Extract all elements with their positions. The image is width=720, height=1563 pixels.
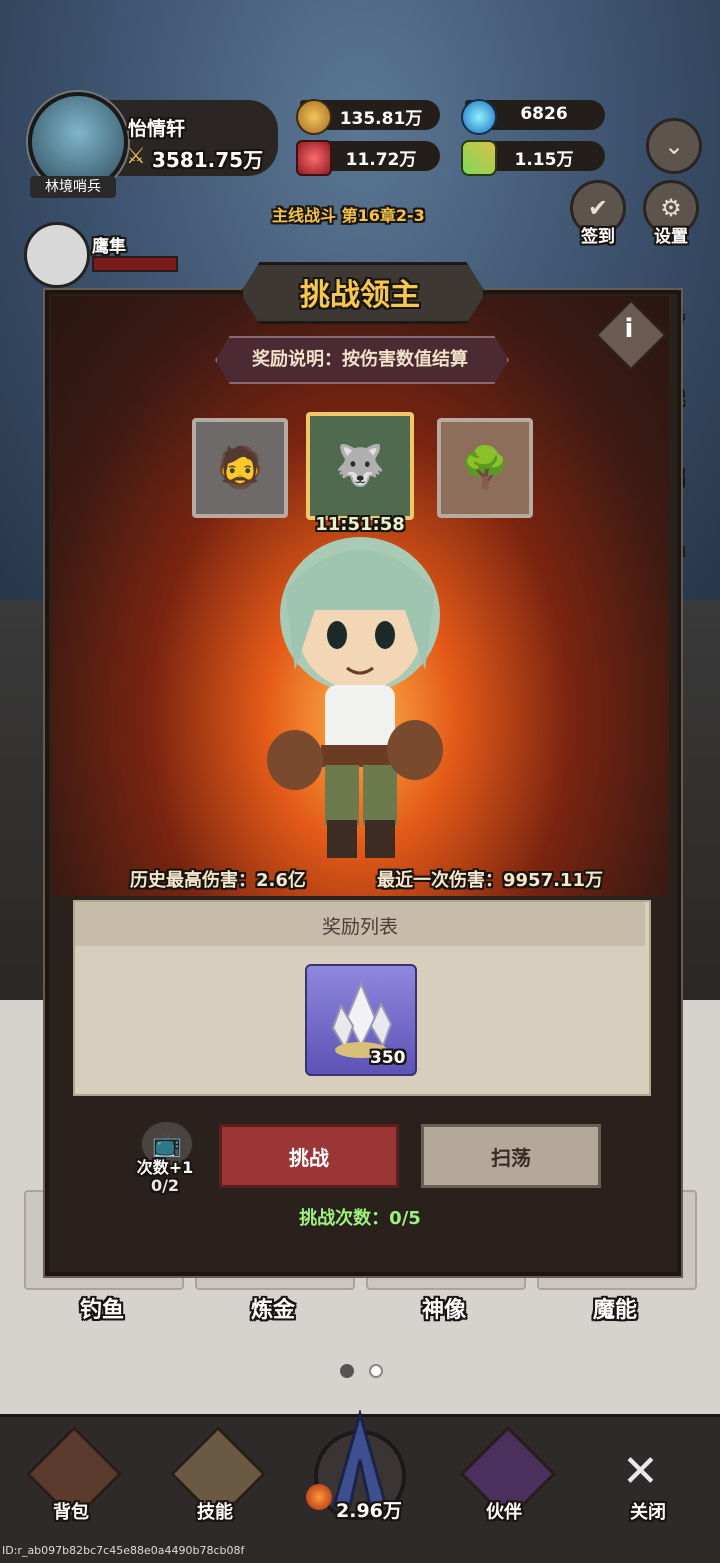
resource-ticket-value: 1.15万 bbox=[514, 150, 574, 170]
info-icon: i bbox=[624, 314, 634, 344]
nav-center-value: 2.96万 bbox=[336, 1500, 402, 1522]
boss-card-werewolf[interactable]: 🐺 bbox=[306, 412, 414, 520]
resource-gem-value: 11.72万 bbox=[345, 150, 417, 170]
calendar-check-icon: ✔ bbox=[587, 194, 609, 222]
expand-menu-button[interactable]: ⌄ bbox=[646, 118, 702, 174]
extra-attempt-count: 0/2 bbox=[150, 1176, 180, 1195]
gear-icon: ⚙ bbox=[660, 194, 682, 222]
close-crossed-swords-icon[interactable]: ✕ bbox=[622, 1446, 659, 1497]
player-name: 怡情轩 bbox=[128, 118, 186, 140]
crossed-swords-icon: ⚔ bbox=[126, 144, 146, 169]
user-id: ID:r_ab097b82bc7c45e88e0a4490b78cb08f bbox=[2, 1544, 245, 1557]
reward-description: 奖励说明：按伤害数值结算 bbox=[252, 349, 468, 370]
best-damage: 历史最高伤害：2.6亿 bbox=[130, 870, 306, 891]
player-title-badge: 林境哨兵 bbox=[30, 176, 116, 198]
sweep-button[interactable]: 扫荡 bbox=[421, 1124, 601, 1188]
nav-partner-label: 伙伴 bbox=[486, 1502, 522, 1523]
hero-character bbox=[267, 537, 443, 858]
pet-health-bar bbox=[92, 256, 178, 272]
nav-bag-label: 背包 bbox=[53, 1502, 89, 1523]
nav-skills-label: 技能 bbox=[197, 1502, 233, 1523]
boss-card-treant[interactable]: 🌳 bbox=[437, 418, 533, 518]
player-power: 3581.75万 bbox=[152, 148, 264, 172]
last-damage: 最近一次伤害：9957.11万 bbox=[377, 870, 603, 891]
chevron-down-icon: ⌄ bbox=[663, 132, 685, 160]
challenge-button[interactable]: 挑战 bbox=[219, 1124, 399, 1188]
grid-label-statue: 神像 bbox=[421, 1298, 466, 1323]
pet-avatar[interactable] bbox=[24, 222, 90, 288]
viking-boss-icon: 🧔 bbox=[215, 445, 265, 491]
settings-label: 设置 bbox=[654, 227, 688, 247]
extra-attempt-label: 次数+1 bbox=[136, 1158, 194, 1177]
fire-orb-icon bbox=[306, 1484, 332, 1510]
treant-boss-icon: 🌳 bbox=[460, 445, 510, 491]
signin-label: 签到 bbox=[581, 227, 615, 247]
page-dot-active[interactable] bbox=[340, 1364, 354, 1378]
grid-label-magic: 魔能 bbox=[592, 1298, 637, 1323]
nav-close-label: 关闭 bbox=[630, 1502, 666, 1523]
modal-title: 挑战领主 bbox=[300, 278, 420, 313]
stage-title: 主线战斗 第16章2-3 bbox=[272, 206, 425, 225]
resource-gold-value: 135.81万 bbox=[339, 109, 423, 129]
challenge-attempts: 挑战次数：0/5 bbox=[299, 1208, 421, 1229]
werewolf-boss-icon: 🐺 bbox=[335, 443, 385, 489]
grid-label-alchemy: 炼金 bbox=[250, 1298, 295, 1323]
grid-label-fishing: 钓鱼 bbox=[79, 1298, 124, 1323]
reward-item-count: 350 bbox=[370, 1048, 406, 1068]
pet-name: 鹰隼 bbox=[92, 237, 126, 257]
reward-list-title: 奖励列表 bbox=[321, 916, 398, 938]
boss-card-viking[interactable]: 🧔 bbox=[192, 418, 288, 518]
page-dot[interactable] bbox=[369, 1364, 383, 1378]
resource-orb-value: 6826 bbox=[520, 104, 568, 124]
